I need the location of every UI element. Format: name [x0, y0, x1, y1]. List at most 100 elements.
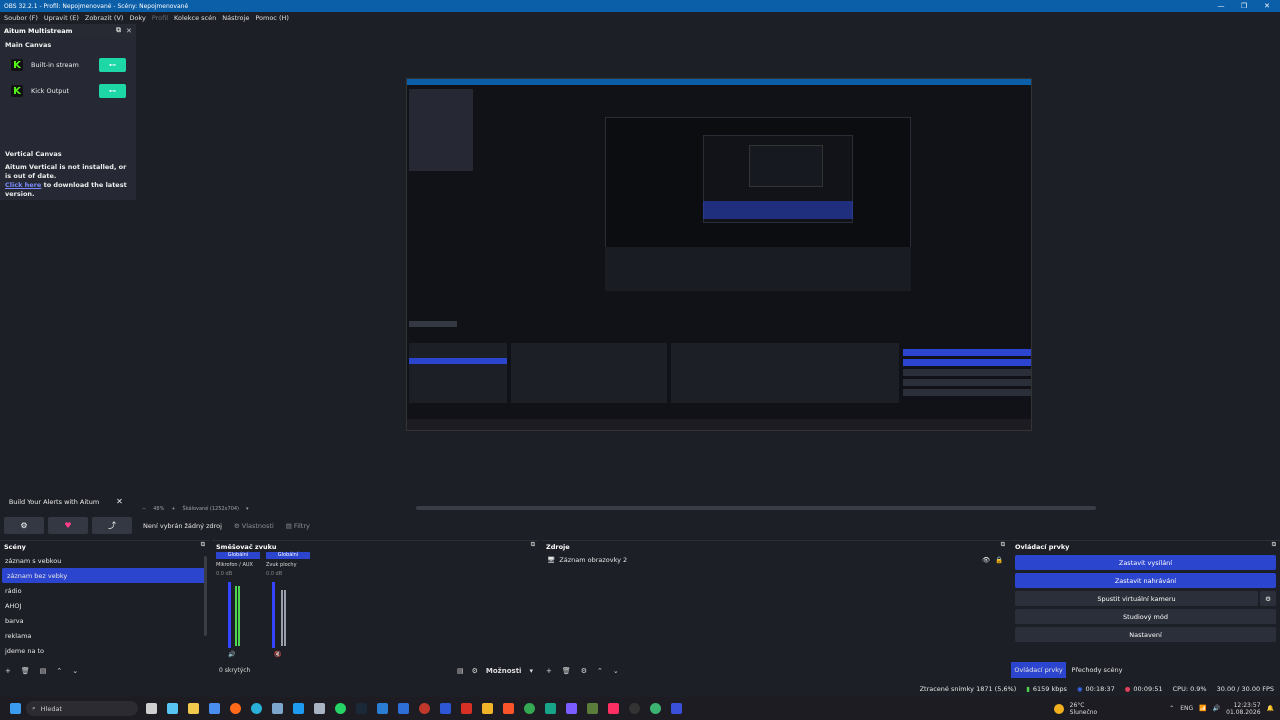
edge-icon[interactable]: [251, 703, 262, 714]
speaker-muted-icon[interactable]: 🔇: [274, 651, 281, 658]
chevron-down-icon[interactable]: ▾: [246, 506, 249, 512]
stop-streaming-button[interactable]: Zastavit vysílání: [1015, 555, 1276, 570]
close-button[interactable]: ✕: [1256, 0, 1278, 12]
outlook-icon[interactable]: [377, 703, 388, 714]
scene-item-selected[interactable]: záznam bez vebky: [2, 568, 207, 583]
whatsapp-icon[interactable]: [335, 703, 346, 714]
obs-icon[interactable]: [629, 703, 640, 714]
app-icon[interactable]: [314, 703, 325, 714]
channel-name[interactable]: Mikrofon / AUX: [216, 562, 260, 568]
volume-slider[interactable]: [228, 582, 231, 648]
minimize-button[interactable]: —: [1210, 0, 1232, 12]
dock-float-icon[interactable]: ⧉: [1272, 541, 1276, 549]
scene-item[interactable]: AHOJ: [0, 598, 209, 613]
scene-item[interactable]: rádio: [0, 583, 209, 598]
maximize-button[interactable]: ❐: [1233, 0, 1255, 12]
settings-app-icon[interactable]: [272, 703, 283, 714]
app-icon[interactable]: [293, 703, 304, 714]
options-button[interactable]: Možnosti: [486, 667, 522, 675]
brave-icon[interactable]: [503, 703, 514, 714]
pdf-icon[interactable]: [461, 703, 472, 714]
virtual-camera-settings[interactable]: ⚙: [1260, 591, 1276, 606]
menu-view[interactable]: Zobrazit (V): [85, 14, 124, 22]
trash-icon[interactable]: 🗑: [21, 667, 30, 675]
chevron-down-icon[interactable]: ⌄: [72, 667, 78, 675]
alerts-close-icon[interactable]: ✕: [112, 494, 127, 509]
app-icon[interactable]: [650, 703, 661, 714]
menu-docks[interactable]: Doky: [129, 14, 145, 22]
chrome-icon[interactable]: [524, 703, 535, 714]
add-icon[interactable]: +: [546, 667, 552, 675]
app-icon[interactable]: [398, 703, 409, 714]
firefox-icon[interactable]: [230, 703, 241, 714]
notification-icon[interactable]: 🔔: [1267, 705, 1274, 712]
chevron-up-icon[interactable]: ⌃: [597, 667, 603, 675]
menu-scene-collection[interactable]: Kolekce scén: [174, 14, 216, 22]
opera-icon[interactable]: [419, 703, 430, 714]
chevron-down-icon[interactable]: ▾: [529, 667, 533, 675]
zoom-out-button[interactable]: −: [142, 506, 146, 512]
app-icon[interactable]: [482, 703, 493, 714]
output-toggle[interactable]: ⊷: [99, 58, 126, 72]
menu-edit[interactable]: Upravit (E): [44, 14, 79, 22]
dock-float-icon[interactable]: ⧉: [1001, 541, 1005, 549]
search-box[interactable]: ⌕ Hledat: [26, 701, 138, 716]
app-icon[interactable]: [608, 703, 619, 714]
share-button[interactable]: ⤴: [92, 517, 132, 534]
chevron-down-icon[interactable]: ⌄: [613, 667, 619, 675]
scene-item[interactable]: reklama: [0, 628, 209, 643]
scene-item[interactable]: barva: [0, 613, 209, 628]
stop-recording-button[interactable]: Zastavit nahrávání: [1015, 573, 1276, 588]
dock-float-icon[interactable]: ⧉: [116, 24, 121, 37]
menu-file[interactable]: Soubor (F): [4, 14, 38, 22]
tab-transitions[interactable]: Přechody scény: [1068, 662, 1126, 678]
add-icon[interactable]: +: [5, 667, 11, 675]
dock-float-icon[interactable]: ⧉: [201, 541, 205, 549]
scale-select[interactable]: Škálované (1252x704): [183, 506, 239, 512]
download-link[interactable]: Click here: [5, 181, 41, 189]
alerts-button[interactable]: Build Your Alerts with Aitum: [4, 494, 104, 509]
lock-icon[interactable]: 🔒: [995, 556, 1003, 564]
store-icon[interactable]: [209, 703, 220, 714]
properties-button[interactable]: ⚙ Vlastnosti: [234, 522, 274, 530]
steam-icon[interactable]: [356, 703, 367, 714]
gear-icon[interactable]: ⚙: [472, 667, 478, 675]
settings-button[interactable]: Nastavení: [1015, 627, 1276, 642]
dock-close-icon[interactable]: ✕: [126, 24, 132, 37]
settings-gear-button[interactable]: ⚙: [4, 517, 44, 534]
menu-help[interactable]: Pomoc (H): [255, 14, 289, 22]
start-icon[interactable]: [10, 703, 21, 714]
filters-button[interactable]: ▤ Filtry: [286, 522, 310, 530]
source-item[interactable]: 🖥 Záznam obrazovky 2 👁 🔒: [542, 553, 1009, 567]
menu-tools[interactable]: Nástroje: [222, 14, 249, 22]
app-icon[interactable]: [545, 703, 556, 714]
filter-icon[interactable]: ▤: [40, 667, 47, 675]
weather[interactable]: 26°C Slunečno: [1070, 702, 1098, 716]
layout-icon[interactable]: ▤: [457, 667, 464, 675]
explorer-icon[interactable]: [188, 703, 199, 714]
preview-scrollbar[interactable]: [416, 506, 1096, 510]
clock[interactable]: 12:23:57 01.08.2026: [1226, 702, 1260, 716]
app-icon[interactable]: [671, 703, 682, 714]
studio-mode-button[interactable]: Studiový mód: [1015, 609, 1276, 624]
zoom-in-button[interactable]: +: [171, 506, 175, 512]
heart-button[interactable]: ♥: [48, 517, 88, 534]
gear-icon[interactable]: ⚙: [581, 667, 587, 675]
app-icon[interactable]: [566, 703, 577, 714]
scenes-scrollbar[interactable]: [204, 556, 207, 636]
scene-item[interactable]: záznam s vebkou: [0, 553, 209, 568]
wifi-icon[interactable]: 📶: [1199, 705, 1206, 712]
tab-controls[interactable]: Ovládací prvky: [1011, 662, 1066, 678]
widgets-icon[interactable]: [167, 703, 178, 714]
menu-profile[interactable]: Profil: [152, 14, 168, 22]
chevron-up-icon[interactable]: ⌃: [1169, 705, 1174, 712]
trash-icon[interactable]: 🗑: [562, 667, 571, 675]
channel-name[interactable]: Zvuk plochy: [266, 562, 310, 568]
output-toggle[interactable]: ⊷: [99, 84, 126, 98]
virtual-camera-button[interactable]: Spustit virtuální kameru: [1015, 591, 1258, 606]
volume-slider[interactable]: [272, 582, 275, 648]
task-view-icon[interactable]: [146, 703, 157, 714]
speaker-icon[interactable]: 🔊: [228, 651, 235, 658]
lang[interactable]: ENG: [1180, 705, 1193, 712]
eye-icon[interactable]: 👁: [982, 556, 990, 564]
